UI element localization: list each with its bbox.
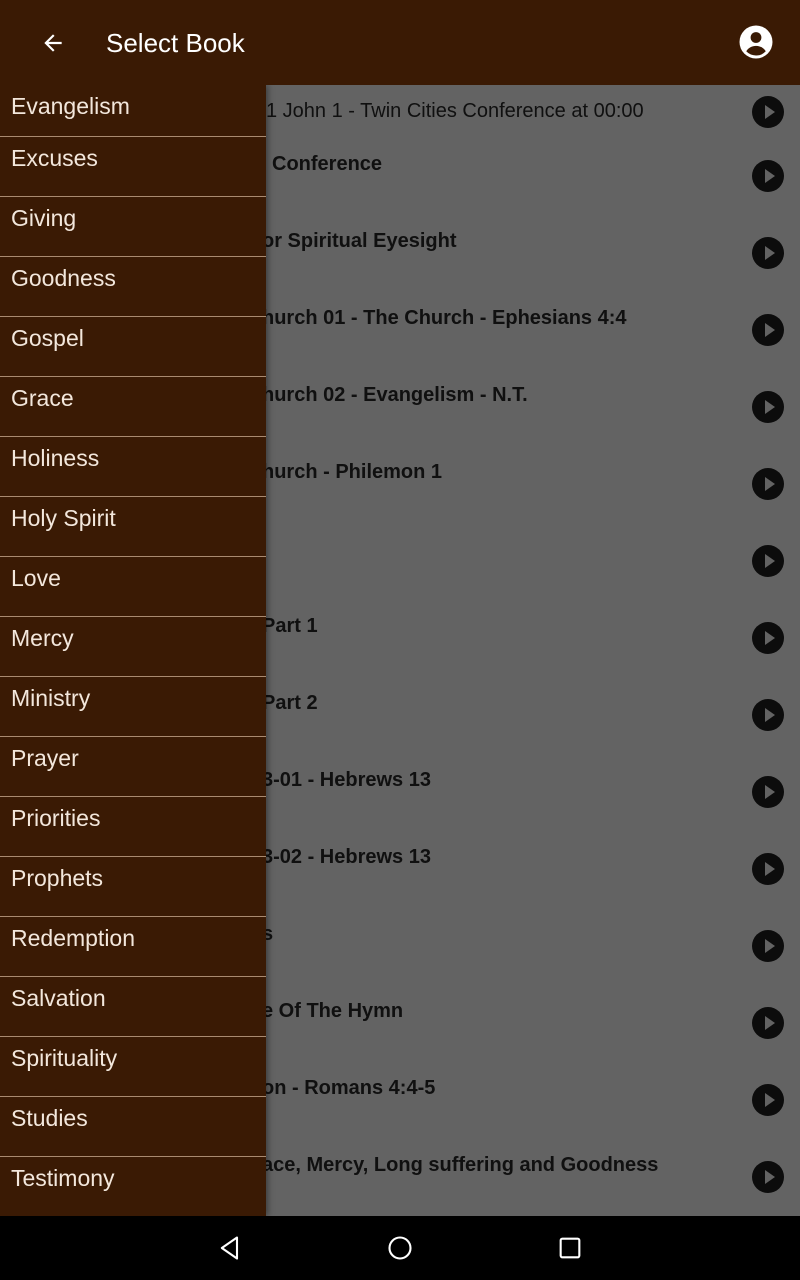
drawer-item-label: Prophets xyxy=(11,865,104,891)
drawer-item-label: Giving xyxy=(11,205,77,231)
drawer-item-label: Prayer xyxy=(11,745,79,771)
nav-home-icon xyxy=(388,1236,412,1260)
account-button[interactable] xyxy=(736,22,776,62)
book-drawer: Evangelism Excuses Giving Goodness Gospel Gra… xyxy=(0,85,266,1216)
system-nav-bar xyxy=(0,1216,800,1280)
drawer-item-prayer[interactable]: Prayer xyxy=(0,737,266,797)
drawer-item-label: Evangelism xyxy=(11,93,130,119)
drawer-item-label: Love xyxy=(11,565,61,591)
app-bar: Select Book xyxy=(0,0,800,85)
drawer-item-salvation[interactable]: Salvation xyxy=(0,977,266,1037)
drawer-item-evangelism[interactable]: Evangelism xyxy=(0,85,266,137)
drawer-item-label: Mercy xyxy=(11,625,74,651)
drawer-item-label: Holy Spirit xyxy=(11,505,116,531)
nav-recents-button[interactable] xyxy=(554,1232,586,1264)
arrow-left-icon xyxy=(44,34,62,52)
drawer-item-gospel[interactable]: Gospel xyxy=(0,317,266,377)
drawer-item-grace[interactable]: Grace xyxy=(0,377,266,437)
drawer-item-holy-spirit[interactable]: Holy Spirit xyxy=(0,497,266,557)
drawer-item-label: Salvation xyxy=(11,985,106,1011)
nav-recents-icon xyxy=(559,1237,581,1259)
drawer-item-love[interactable]: Love xyxy=(0,557,266,617)
back-button[interactable] xyxy=(36,26,70,60)
drawer-item-label: Ministry xyxy=(11,685,91,711)
drawer-item-prophets[interactable]: Prophets xyxy=(0,857,266,917)
drawer-item-label: Testimony xyxy=(11,1165,115,1191)
drawer-item-priorities[interactable]: Priorities xyxy=(0,797,266,857)
drawer-item-label: Excuses xyxy=(11,145,98,171)
drawer-item-label: Gospel xyxy=(11,325,84,351)
nav-back-button[interactable] xyxy=(214,1232,246,1264)
drawer-item-goodness[interactable]: Goodness xyxy=(0,257,266,317)
drawer-item-label: Holiness xyxy=(11,445,100,471)
drawer-item-ministry[interactable]: Ministry xyxy=(0,677,266,737)
nav-back-icon xyxy=(220,1236,239,1260)
app-screen: Select Book 1 John 1 - Twin Cities Confe… xyxy=(0,0,800,1216)
drawer-item-label: Redemption xyxy=(11,925,136,951)
drawer-item-testimony[interactable]: Testimony xyxy=(0,1157,266,1216)
drawer-item-giving[interactable]: Giving xyxy=(0,197,266,257)
drawer-item-redemption[interactable]: Redemption xyxy=(0,917,266,977)
drawer-item-mercy[interactable]: Mercy xyxy=(0,617,266,677)
drawer-item-label: Goodness xyxy=(11,265,116,291)
drawer-item-spirituality[interactable]: Spirituality xyxy=(0,1037,266,1097)
drawer-item-studies[interactable]: Studies xyxy=(0,1097,266,1157)
drawer-item-excuses[interactable]: Excuses xyxy=(0,137,266,197)
drawer-item-label: Spirituality xyxy=(11,1045,118,1071)
drawer-item-label: Grace xyxy=(11,385,74,411)
page-title: Select Book xyxy=(106,28,245,58)
account-circle-icon xyxy=(739,25,773,59)
drawer-item-holiness[interactable]: Holiness xyxy=(0,437,266,497)
drawer-item-label: Priorities xyxy=(11,805,101,831)
drawer-item-label: Studies xyxy=(11,1105,88,1131)
nav-home-button[interactable] xyxy=(384,1232,416,1264)
